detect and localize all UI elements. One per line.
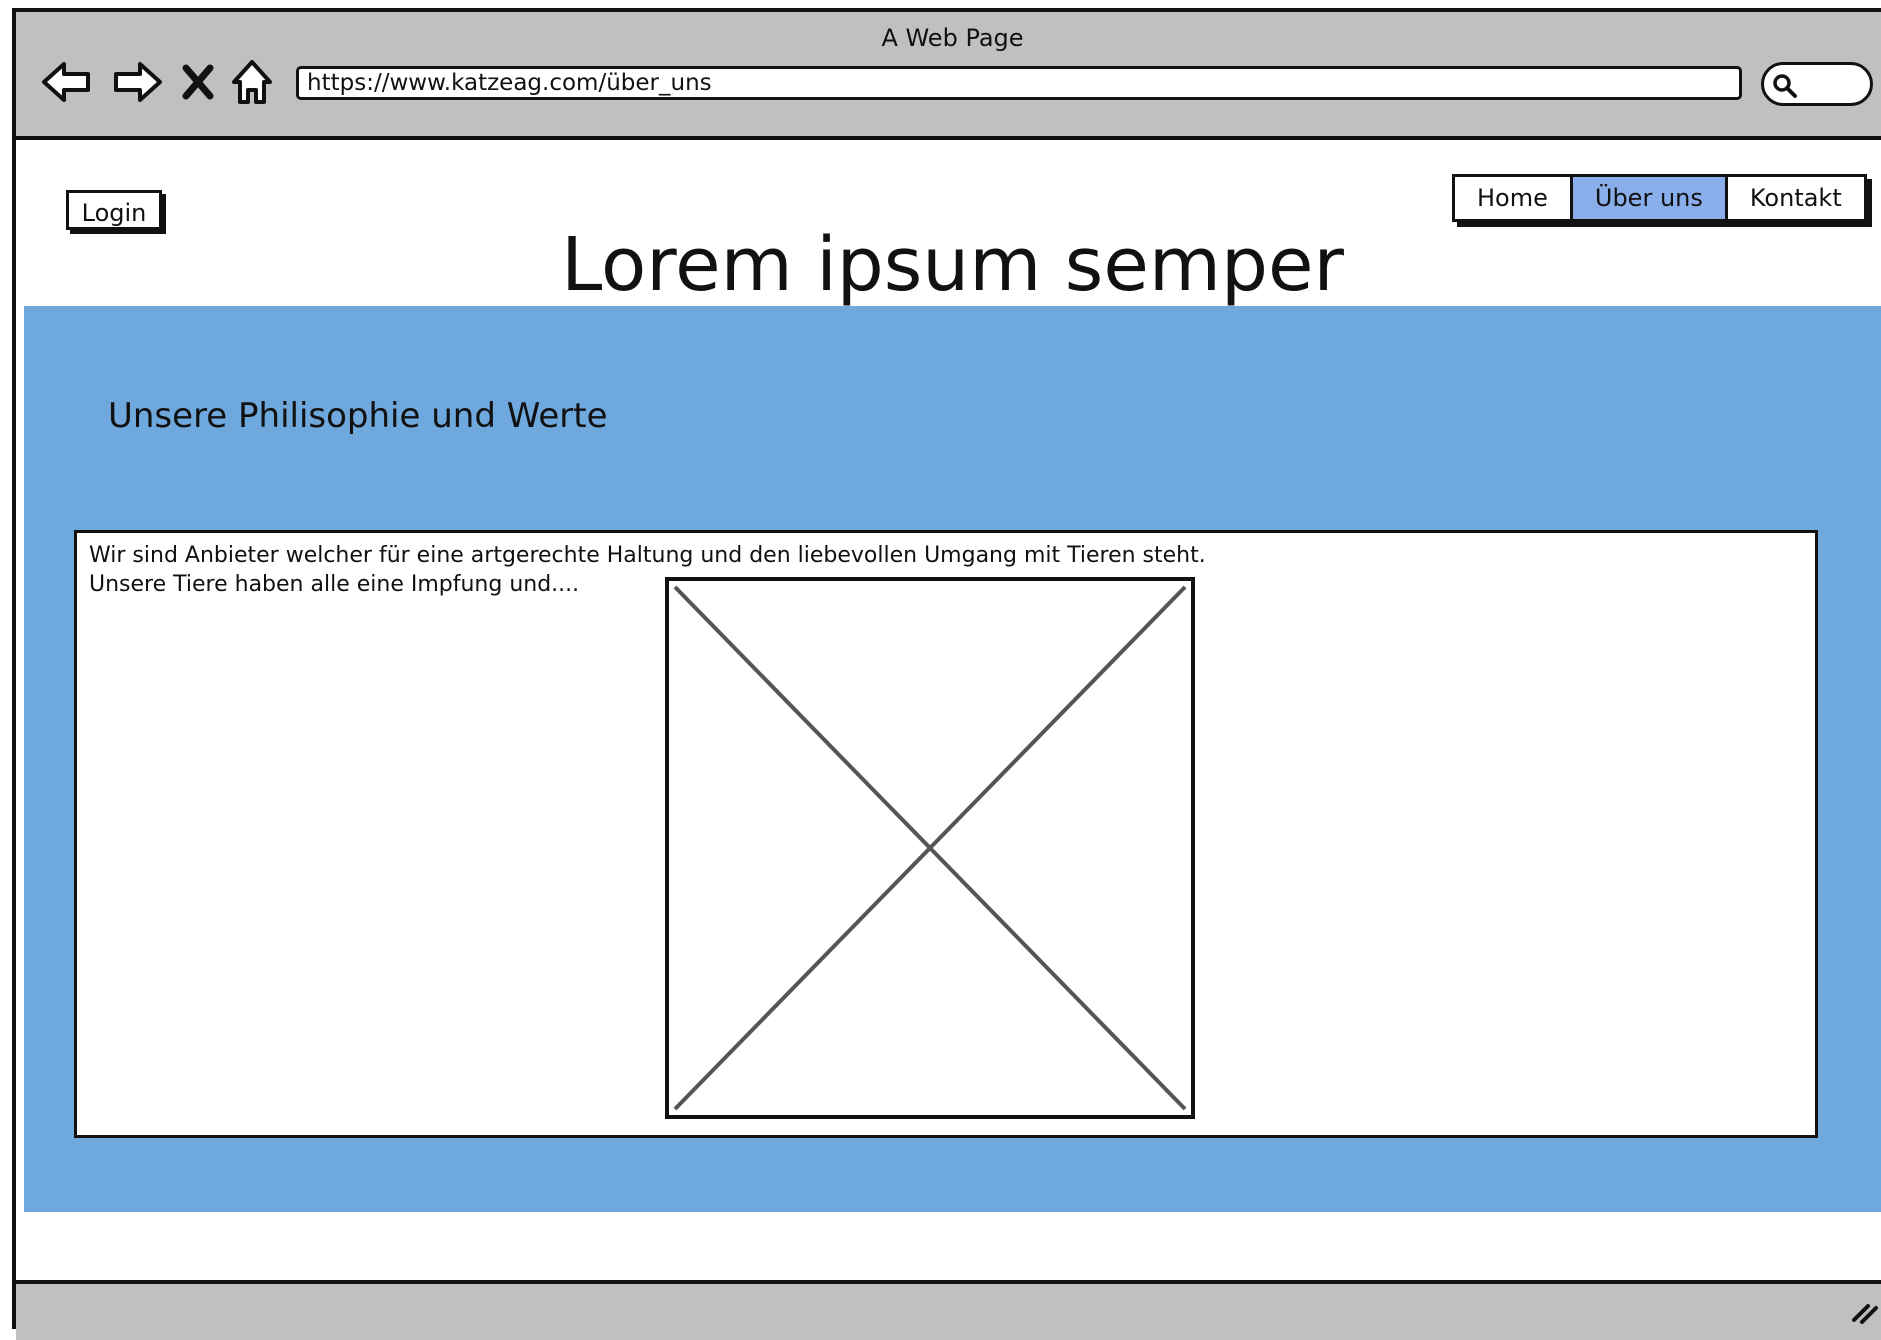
nav-item-ueber-uns[interactable]: Über uns: [1572, 177, 1728, 219]
browser-search-box[interactable]: [1761, 62, 1873, 106]
content-panel: Wir sind Anbieter welcher für eine artge…: [74, 530, 1818, 1138]
image-placeholder-icon: [673, 585, 1187, 1111]
forward-arrow-icon[interactable]: [108, 52, 166, 112]
window-title: A Web Page: [881, 24, 1024, 52]
image-placeholder: [665, 577, 1195, 1119]
home-icon[interactable]: [228, 52, 276, 112]
search-icon: [1773, 74, 1797, 98]
close-icon[interactable]: [178, 52, 218, 112]
about-section: Unsere Philisophie und Werte Wir sind An…: [24, 306, 1881, 1212]
top-navigation: Home Über uns Kontakt: [1452, 174, 1867, 222]
browser-chrome: A Web Page: [16, 12, 1881, 140]
status-bar: [16, 1280, 1881, 1340]
browser-window: A Web Page L: [12, 8, 1881, 1340]
section-heading: Unsere Philisophie und Werte: [108, 396, 608, 436]
url-input[interactable]: [296, 66, 1742, 100]
back-arrow-icon[interactable]: [38, 52, 96, 112]
nav-item-home[interactable]: Home: [1455, 177, 1573, 219]
resize-grip-icon[interactable]: [1850, 1296, 1878, 1324]
page-title: Lorem ipsum semper: [561, 222, 1344, 308]
content-text-line-1: Wir sind Anbieter welcher für eine artge…: [89, 543, 1206, 568]
nav-item-kontakt[interactable]: Kontakt: [1728, 177, 1864, 219]
content-text-line-2: Unsere Tiere haben alle eine Impfung und…: [89, 572, 580, 597]
